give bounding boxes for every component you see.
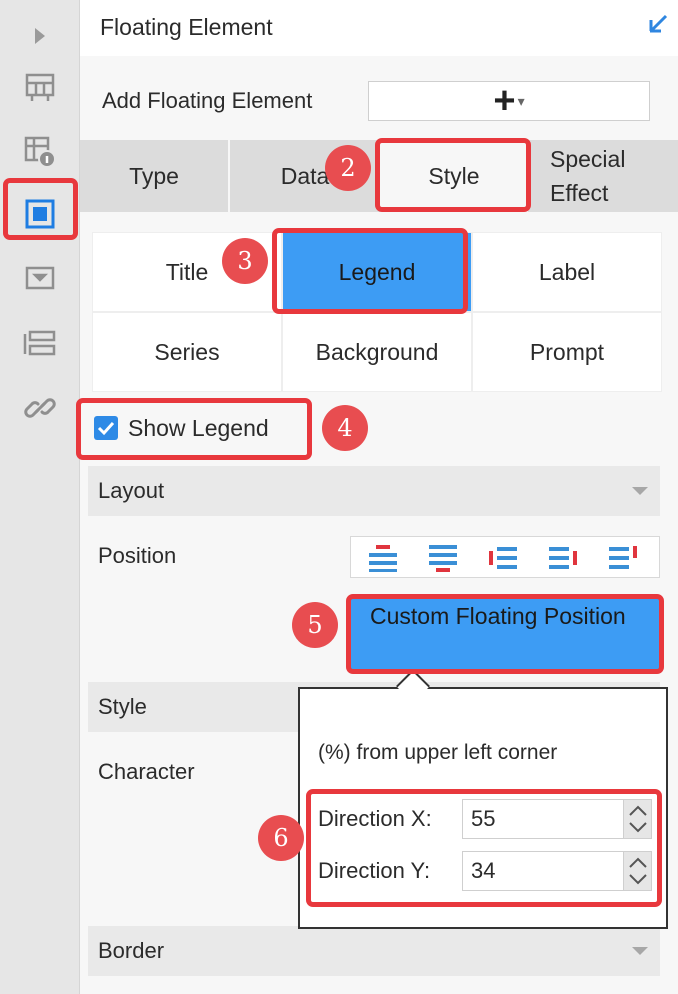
border-section-label: Border xyxy=(98,938,165,963)
chart-template-icon[interactable] xyxy=(22,70,58,106)
panel-title: Floating Element xyxy=(100,14,273,40)
icon-rail xyxy=(0,0,80,994)
chevron-down-icon: ▾ xyxy=(517,92,525,109)
chevron-down-icon xyxy=(632,947,648,955)
style-section-label: Style xyxy=(98,694,147,719)
layout-section-header[interactable]: Layout xyxy=(88,466,660,516)
tab-special-effect[interactable]: Special Effect xyxy=(528,140,678,212)
legend-bottom-icon[interactable] xyxy=(423,543,463,573)
border-section-header[interactable]: Border xyxy=(88,926,660,976)
link-icon[interactable] xyxy=(22,390,58,426)
add-floating-button[interactable]: + ▾ xyxy=(368,81,650,121)
table-info-icon[interactable] xyxy=(22,134,58,170)
add-floating-label: Add Floating Element xyxy=(102,88,313,113)
annotation-badge-3: 3 xyxy=(222,238,268,284)
direction-inputs-highlight xyxy=(306,789,662,907)
style-item-prompt[interactable]: Prompt xyxy=(472,312,662,392)
show-legend-highlight xyxy=(76,398,312,460)
popup-note: (%) from upper left corner xyxy=(318,741,558,764)
layout-widget-icon[interactable] xyxy=(22,326,58,362)
position-selector xyxy=(350,536,660,578)
annotation-badge-6: 6 xyxy=(258,815,304,861)
annotation-badge-4: 4 xyxy=(322,405,368,451)
position-label: Position xyxy=(98,543,177,568)
legend-highlight xyxy=(272,228,468,314)
legend-top-icon[interactable] xyxy=(363,543,403,573)
chevron-down-icon xyxy=(632,487,648,495)
custom-position-highlight xyxy=(346,594,664,674)
collapse-arrow-icon[interactable] xyxy=(646,12,670,41)
add-floating-row: Add Floating Element + ▾ xyxy=(80,56,678,140)
annotation-badge-5: 5 xyxy=(292,602,338,648)
panel-header: Floating Element xyxy=(80,0,678,56)
legend-top-right-icon[interactable] xyxy=(603,543,643,573)
expand-arrow-icon[interactable] xyxy=(22,18,58,54)
annotation-badge-2: 2 xyxy=(325,145,371,191)
dropdown-widget-icon[interactable] xyxy=(22,260,58,296)
style-tab-highlight xyxy=(375,138,531,212)
plus-icon: + xyxy=(493,80,516,122)
rail-highlight-box xyxy=(3,178,78,240)
tab-type[interactable]: Type xyxy=(80,140,228,212)
style-item-background[interactable]: Background xyxy=(282,312,472,392)
legend-right-icon[interactable] xyxy=(543,543,583,573)
legend-left-icon[interactable] xyxy=(483,543,523,573)
character-label: Character xyxy=(98,759,195,784)
layout-section-label: Layout xyxy=(98,478,165,503)
style-item-label[interactable]: Label xyxy=(472,232,662,312)
style-item-series[interactable]: Series xyxy=(92,312,282,392)
